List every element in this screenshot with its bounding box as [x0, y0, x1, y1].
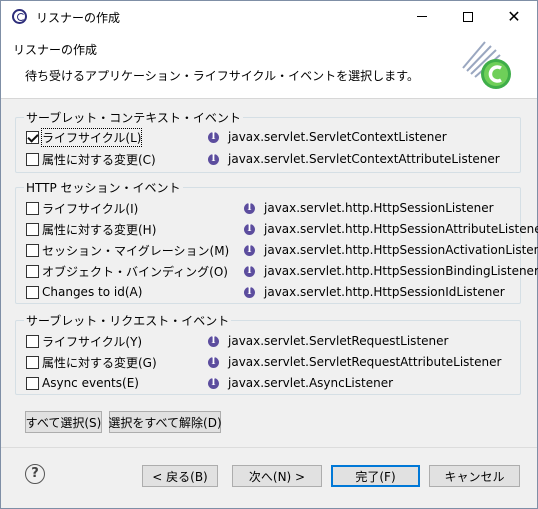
checkbox-label: オブジェクト・バインディング(O): [42, 264, 228, 279]
interface-icon: I: [208, 153, 219, 165]
async-events-checkbox[interactable]: [26, 376, 39, 390]
session-migration-checkbox[interactable]: [26, 243, 39, 257]
session-attribute-row[interactable]: 属性に対する変更(H): [26, 220, 156, 238]
interface-name-row: I javax.servlet.http.HttpSessionIdListen…: [244, 283, 505, 301]
back-button[interactable]: < 戻る(B): [142, 465, 218, 487]
interface-name: javax.servlet.http.HttpSessionAttributeL…: [264, 222, 538, 236]
interface-name: javax.servlet.ServletRequestListener: [228, 334, 449, 348]
window-title: リスナーの作成: [36, 11, 121, 25]
checkbox-label: 属性に対する変更(C): [42, 152, 156, 167]
checkbox-label: 属性に対する変更(G): [42, 355, 157, 370]
interface-name-row: I javax.servlet.ServletContextListener: [208, 128, 447, 146]
interface-icon: I: [208, 335, 219, 347]
wizard-header: リスナーの作成 待ち受けるアプリケーション・ライフサイクル・イベントを選択します…: [1, 32, 537, 99]
interface-icon: I: [208, 131, 219, 143]
request-attribute-checkbox[interactable]: [26, 355, 39, 369]
help-icon[interactable]: ?: [25, 464, 45, 484]
page-title: リスナーの作成: [13, 43, 98, 57]
interface-name: javax.servlet.http.HttpSessionBindingLis…: [264, 264, 538, 278]
interface-name-row: I javax.servlet.ServletRequestAttributeL…: [208, 353, 501, 371]
interface-icon: I: [244, 244, 255, 256]
interface-name: javax.servlet.AsyncListener: [228, 376, 394, 390]
http-session-group: HTTP セッション・イベント ライフサイクル(I) I javax.servl…: [15, 179, 538, 304]
interface-name: javax.servlet.ServletContextListener: [228, 130, 447, 144]
request-lifecycle-row[interactable]: ライフサイクル(Y): [26, 332, 142, 350]
title-bar: リスナーの作成 ✕: [1, 1, 537, 32]
cancel-button[interactable]: キャンセル: [429, 465, 520, 487]
request-attribute-row[interactable]: 属性に対する変更(G): [26, 353, 157, 371]
interface-name: javax.servlet.http.HttpSessionListener: [264, 201, 494, 215]
checkbox-label: 属性に対する変更(H): [42, 222, 157, 237]
interface-name-row: I javax.servlet.ServletRequestListener: [208, 332, 448, 350]
session-lifecycle-row[interactable]: ライフサイクル(I): [26, 199, 138, 217]
interface-name-row: I javax.servlet.http.HttpSessionActivati…: [244, 241, 538, 259]
async-events-row[interactable]: Async events(E): [26, 374, 139, 392]
interface-name-row: I javax.servlet.http.HttpSessionBindingL…: [244, 262, 538, 280]
listener-wizard-icon: [462, 41, 511, 89]
changes-to-id-checkbox[interactable]: [26, 285, 39, 299]
interface-name: javax.servlet.ServletRequestAttributeLis…: [228, 355, 502, 369]
interface-icon: I: [208, 356, 219, 368]
servlet-request-group: サーブレット・リクエスト・イベント ライフサイクル(Y) I javax.ser…: [15, 312, 521, 395]
group-legend: サーブレット・リクエスト・イベント: [24, 312, 232, 329]
finish-button[interactable]: 完了(F): [331, 465, 420, 487]
changes-to-id-row[interactable]: Changes to id(A): [26, 283, 142, 301]
minimize-icon: [417, 16, 427, 17]
close-icon: ✕: [507, 6, 521, 26]
page-description: 待ち受けるアプリケーション・ライフサイクル・イベントを選択します。: [25, 69, 419, 83]
minimize-button[interactable]: [399, 1, 445, 32]
close-button[interactable]: ✕: [491, 1, 537, 32]
interface-name-row: I javax.servlet.http.HttpSessionListener: [244, 199, 494, 217]
interface-name: javax.servlet.http.HttpSessionActivation…: [264, 243, 538, 257]
maximize-button[interactable]: [445, 1, 491, 32]
interface-icon: I: [244, 265, 255, 277]
next-button[interactable]: 次へ(N) >: [232, 465, 322, 487]
deselect-all-button[interactable]: 選択をすべて解除(D): [108, 411, 222, 433]
interface-name-row: I javax.servlet.ServletContextAttributeL…: [208, 150, 500, 168]
group-legend: HTTP セッション・イベント: [24, 179, 183, 196]
checkbox-label: Changes to id(A): [42, 285, 143, 299]
interface-icon: I: [244, 223, 255, 235]
create-listener-dialog: リスナーの作成 ✕ リスナーの作成 待ち受けるアプリケーション・ライフサイクル・…: [0, 0, 538, 509]
object-binding-row[interactable]: オブジェクト・バインディング(O): [26, 262, 228, 280]
eclipse-app-icon: [12, 9, 27, 24]
interface-icon: I: [208, 377, 219, 389]
interface-icon: I: [244, 286, 255, 298]
session-migration-row[interactable]: セッション・マイグレーション(M): [26, 241, 229, 259]
context-attribute-checkbox[interactable]: [26, 152, 39, 166]
select-all-button[interactable]: すべて選択(S): [25, 411, 102, 433]
interface-name-row: I javax.servlet.AsyncListener: [208, 374, 393, 392]
maximize-icon: [463, 11, 473, 22]
checkbox-label: セッション・マイグレーション(M): [42, 243, 230, 258]
checkbox-label: ライフサイクル(L): [40, 127, 143, 147]
context-attribute-row[interactable]: 属性に対する変更(C): [26, 150, 156, 168]
object-binding-checkbox[interactable]: [26, 264, 39, 278]
checkbox-label: ライフサイクル(I): [42, 201, 139, 216]
checkbox-label: ライフサイクル(Y): [42, 334, 143, 349]
group-legend: サーブレット・コンテキスト・イベント: [24, 109, 243, 126]
context-lifecycle-checkbox[interactable]: [26, 130, 39, 144]
interface-name: javax.servlet.http.HttpSessionIdListener: [264, 285, 505, 299]
interface-name: javax.servlet.ServletContextAttributeLis…: [228, 152, 500, 166]
checkbox-label: Async events(E): [42, 376, 139, 390]
footer-divider: [1, 447, 537, 448]
servlet-context-group: サーブレット・コンテキスト・イベント ライフサイクル(L) I javax.se…: [15, 109, 521, 173]
context-lifecycle-row[interactable]: ライフサイクル(L): [26, 127, 143, 147]
interface-icon: I: [244, 202, 255, 214]
session-attribute-checkbox[interactable]: [26, 222, 39, 236]
interface-name-row: I javax.servlet.http.HttpSessionAttribut…: [244, 220, 538, 238]
session-lifecycle-checkbox[interactable]: [26, 201, 39, 215]
request-lifecycle-checkbox[interactable]: [26, 334, 39, 348]
